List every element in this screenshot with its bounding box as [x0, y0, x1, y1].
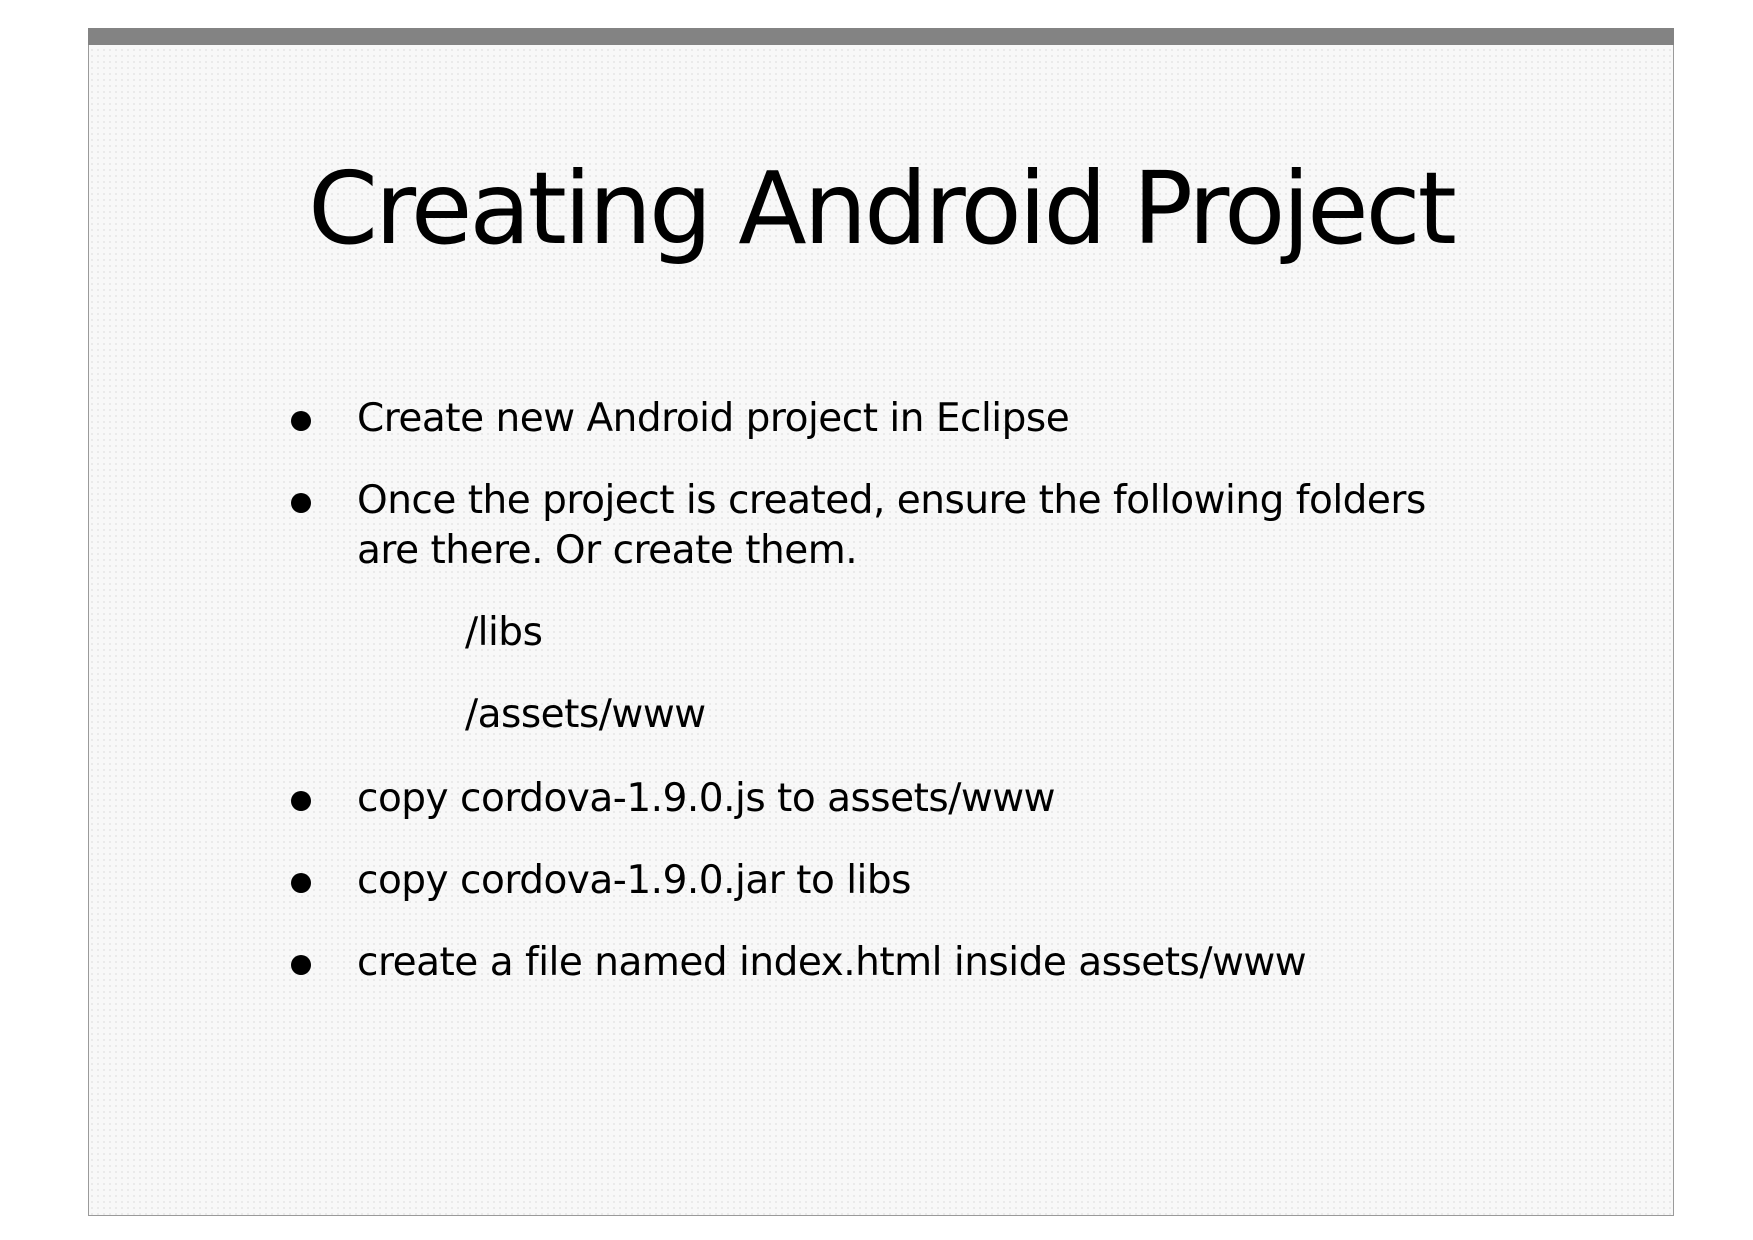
- folder-assets-www: /assets/www: [465, 692, 706, 737]
- bullet-item-ensure-folders-continued: are there. Or create them.: [357, 528, 858, 573]
- bullet-item-copy-jar: copy cordova-1.9.0.jar to libs: [357, 858, 911, 903]
- slide-top-bar: [88, 28, 1674, 45]
- slide-title: Creating Android Project: [308, 150, 1457, 267]
- bullet-dot: [291, 411, 311, 431]
- bullet-dot: [291, 873, 311, 893]
- bullet-item-ensure-folders: Once the project is created, ensure the …: [357, 478, 1426, 523]
- bullet-item-copy-js: copy cordova-1.9.0.js to assets/www: [357, 776, 1056, 821]
- bullet-dot: [291, 791, 311, 811]
- folder-libs: /libs: [465, 610, 543, 655]
- bullet-item-create-project: Create new Android project in Eclipse: [357, 396, 1070, 441]
- bullet-item-create-index: create a file named index.html inside as…: [357, 940, 1307, 985]
- slide: Creating Android Project Create new Andr…: [88, 28, 1674, 1216]
- bullet-dot: [291, 493, 311, 513]
- bullet-dot: [291, 955, 311, 975]
